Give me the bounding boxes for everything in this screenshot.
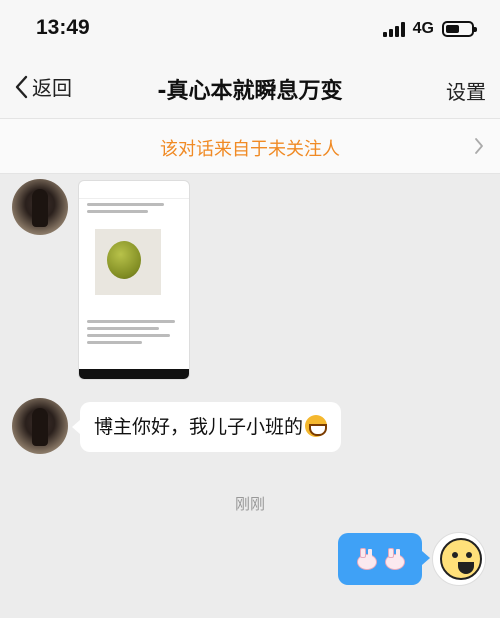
chat-title: -真心本就瞬息万变 xyxy=(157,79,343,104)
laughing-face-icon xyxy=(440,538,482,580)
fruit-image xyxy=(107,241,141,279)
sender-avatar[interactable] xyxy=(12,398,68,454)
message-text: 博主你好，我儿子小班的 xyxy=(94,416,304,438)
bunny-sticker-icon xyxy=(383,548,405,570)
network-type: 4G xyxy=(412,20,434,37)
screenshot-header xyxy=(79,181,189,199)
stranger-notice-bar[interactable]: 该对话来自于未关注人 xyxy=(0,118,500,174)
battery-level xyxy=(446,25,460,33)
battery-icon xyxy=(442,21,477,37)
my-avatar[interactable] xyxy=(432,532,486,586)
status-time: 13:49 xyxy=(36,16,90,39)
message-timestamp: 刚刚 xyxy=(234,495,265,513)
signal-icon xyxy=(382,21,405,37)
message-bubble[interactable]: 博主你好，我儿子小班的 xyxy=(71,402,342,452)
screenshot-nav-bar xyxy=(79,369,189,379)
nav-bar: 返回 -真心本就瞬息万变 设置 xyxy=(0,58,500,118)
grinning-face-icon xyxy=(305,415,328,437)
my-sticker-bubble[interactable] xyxy=(338,533,430,585)
settings-button[interactable]: 设置 xyxy=(446,76,486,105)
bunny-sticker-icon xyxy=(355,548,377,570)
notice-text: 该对话来自于未关注人 xyxy=(160,139,340,160)
chat-screenshot-image[interactable] xyxy=(78,180,190,380)
chevron-right-icon xyxy=(475,138,483,154)
sender-avatar[interactable] xyxy=(12,179,68,235)
status-bar: 13:49 4G xyxy=(0,0,500,58)
status-indicators: 4G xyxy=(382,20,477,38)
